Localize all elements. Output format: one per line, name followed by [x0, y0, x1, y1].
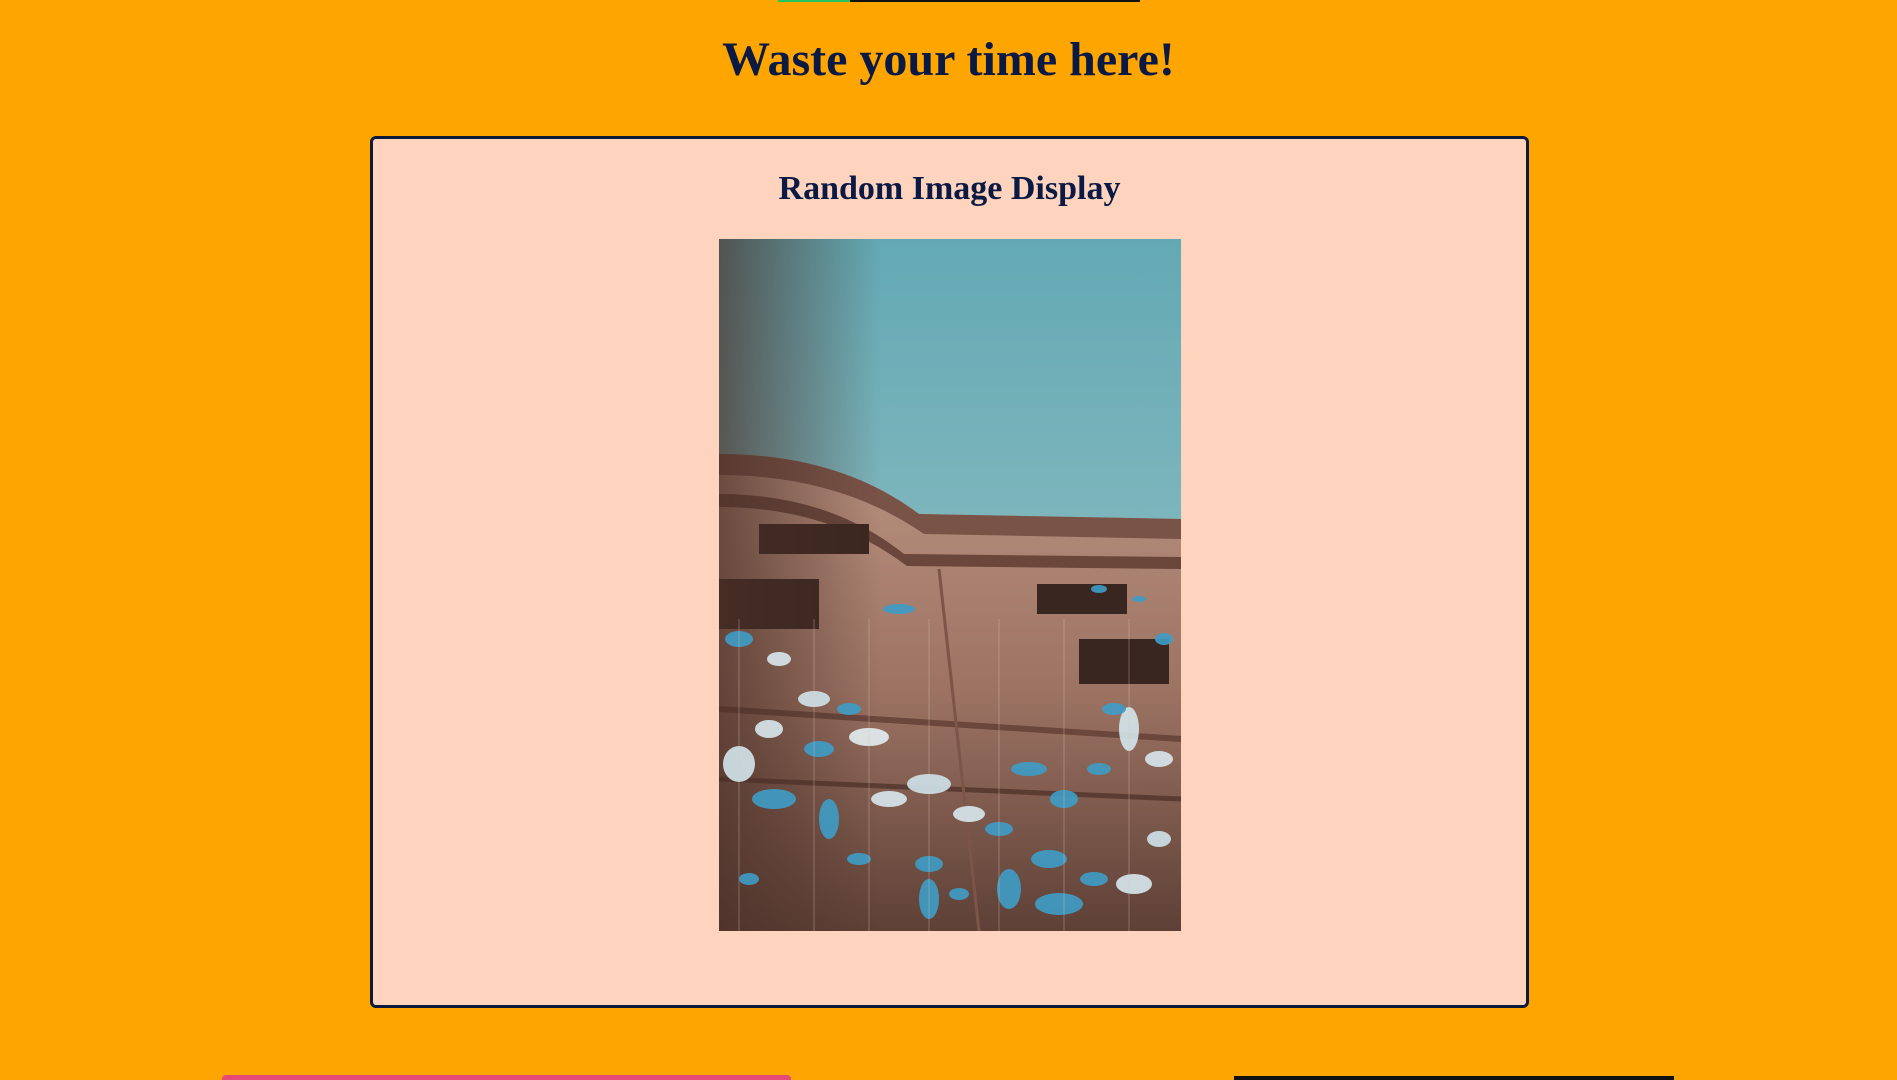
page-title: Waste your time here! [722, 33, 1175, 86]
top-progress-fill [778, 0, 851, 2]
top-progress-bar [778, 0, 1140, 2]
page: Waste your time here! Random Image Displ… [0, 0, 1897, 1080]
random-image [719, 239, 1181, 931]
random-image-picture [719, 239, 1181, 931]
bottom-left-bar [222, 1075, 791, 1080]
card-title: Random Image Display [778, 170, 1121, 207]
random-image-card: Random Image Display [370, 136, 1529, 1008]
bottom-right-bar [1234, 1076, 1674, 1080]
